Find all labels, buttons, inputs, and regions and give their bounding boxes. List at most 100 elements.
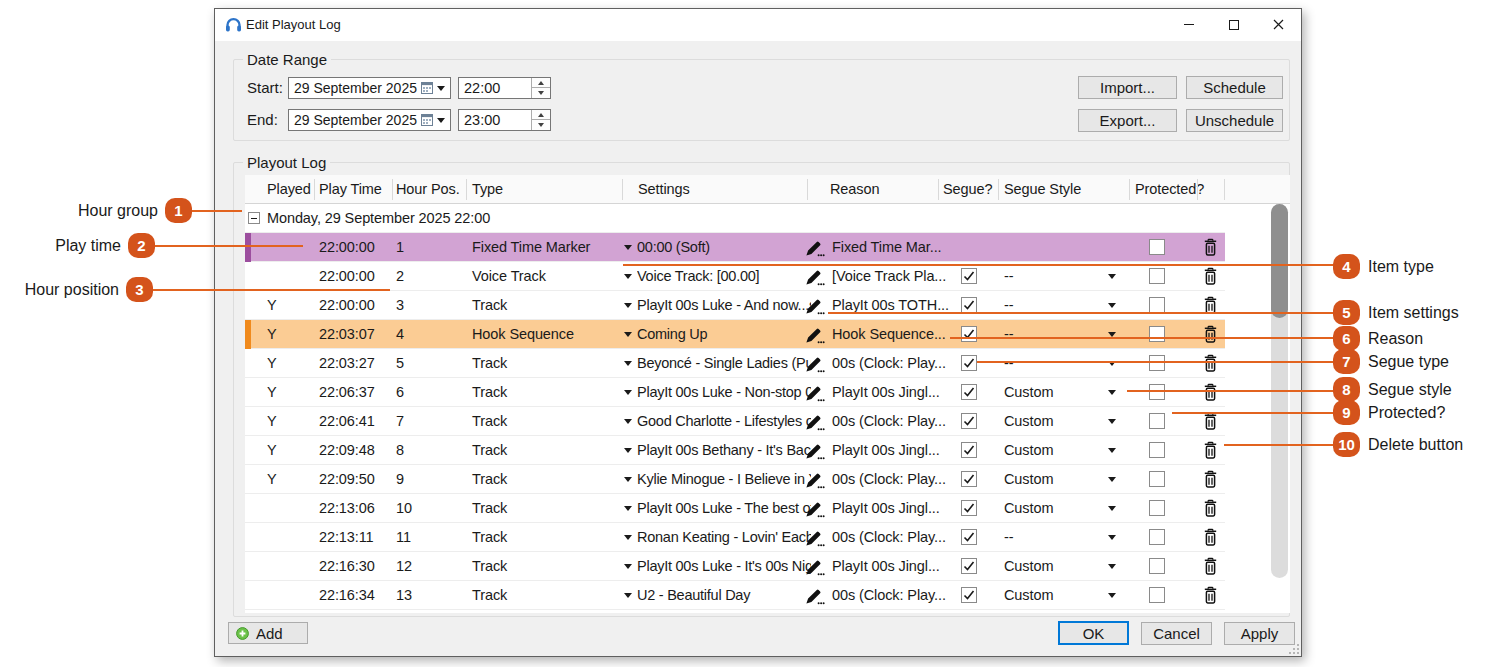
cancel-button[interactable]: Cancel	[1141, 622, 1212, 645]
resize-grip[interactable]	[1289, 644, 1299, 654]
type-cell[interactable]: Track	[472, 552, 507, 581]
settings-cell[interactable]: PlayIt 00s Luke - Non-stop 0	[637, 378, 811, 407]
settings-cell[interactable]: 00:00 (Soft)	[637, 233, 811, 262]
protected-checkbox[interactable]	[1149, 413, 1165, 429]
export-button[interactable]: Export...	[1078, 109, 1177, 132]
spin-down-button[interactable]	[532, 88, 550, 98]
segue-style-dropdown-icon[interactable]	[1108, 593, 1116, 598]
type-dropdown-icon[interactable]	[624, 535, 632, 540]
type-dropdown-icon[interactable]	[624, 477, 632, 482]
type-dropdown-icon[interactable]	[624, 506, 632, 511]
type-dropdown-icon[interactable]	[624, 361, 632, 366]
type-cell[interactable]: Track	[472, 581, 507, 610]
settings-cell[interactable]: Kylie Minogue - I Believe in Y.	[637, 465, 811, 494]
col-header-settings[interactable]: Settings	[638, 175, 690, 204]
settings-cell[interactable]: PlayIt 00s Bethany - It's Back	[637, 436, 811, 465]
start-time-spinner[interactable]: 22:00	[458, 77, 551, 99]
delete-button[interactable]	[1202, 238, 1219, 256]
segue-checkbox[interactable]	[961, 500, 977, 516]
type-dropdown-icon[interactable]	[624, 448, 632, 453]
table-row[interactable]: Y 22:06:37 6 Track PlayIt 00s Luke - Non…	[245, 378, 1225, 407]
segue-style-dropdown-icon[interactable]	[1108, 419, 1116, 424]
segue-style-value[interactable]: Custom	[1004, 552, 1053, 581]
delete-button[interactable]	[1202, 354, 1219, 372]
start-date-picker[interactable]: 29 September 2025	[288, 77, 451, 99]
segue-style-value[interactable]: Custom	[1004, 436, 1053, 465]
segue-style-dropdown-icon[interactable]	[1108, 564, 1116, 569]
protected-checkbox[interactable]	[1149, 239, 1165, 255]
col-header-segue-style[interactable]: Segue Style	[1004, 175, 1081, 204]
reason-cell[interactable]: PlayIt 00s Jingl...	[832, 552, 940, 581]
type-cell[interactable]: Track	[472, 407, 507, 436]
segue-style-dropdown-icon[interactable]	[1108, 477, 1116, 482]
table-row[interactable]: 22:16:30 12 Track PlayIt 00s Luke - It's…	[245, 552, 1225, 581]
reason-cell[interactable]: 00s (Clock: Play...	[832, 523, 946, 552]
type-dropdown-icon[interactable]	[624, 564, 632, 569]
schedule-button[interactable]: Schedule	[1186, 76, 1283, 99]
col-header-hour-pos[interactable]: Hour Pos.	[396, 175, 460, 204]
segue-checkbox[interactable]	[961, 442, 977, 458]
close-button[interactable]	[1256, 9, 1301, 40]
protected-checkbox[interactable]	[1149, 442, 1165, 458]
delete-button[interactable]	[1202, 499, 1219, 517]
segue-checkbox[interactable]	[961, 384, 977, 400]
type-cell[interactable]: Track	[472, 349, 507, 378]
segue-checkbox[interactable]	[961, 355, 977, 371]
reason-cell[interactable]: PlayIt 00s Jingl...	[832, 494, 940, 523]
protected-checkbox[interactable]	[1149, 297, 1165, 313]
segue-checkbox[interactable]	[961, 413, 977, 429]
col-header-play-time[interactable]: Play Time	[319, 175, 382, 204]
import-button[interactable]: Import...	[1078, 76, 1177, 99]
edit-icon[interactable]	[805, 500, 825, 518]
type-dropdown-icon[interactable]	[624, 419, 632, 424]
edit-icon[interactable]	[805, 239, 825, 257]
col-header-protected[interactable]: Protected?	[1135, 175, 1204, 204]
protected-checkbox[interactable]	[1149, 558, 1165, 574]
protected-checkbox[interactable]	[1149, 355, 1165, 371]
segue-style-dropdown-icon[interactable]	[1108, 390, 1116, 395]
col-header-segue[interactable]: Segue?	[943, 175, 992, 204]
segue-style-dropdown-icon[interactable]	[1108, 448, 1116, 453]
segue-style-dropdown-icon[interactable]	[1108, 535, 1116, 540]
reason-cell[interactable]: Hook Sequence...	[832, 320, 946, 349]
type-dropdown-icon[interactable]	[624, 274, 632, 279]
apply-button[interactable]: Apply	[1224, 622, 1295, 645]
end-time-spinner[interactable]: 23:00	[458, 109, 551, 131]
segue-style-dropdown-icon[interactable]	[1108, 274, 1116, 279]
segue-checkbox[interactable]	[961, 268, 977, 284]
settings-cell[interactable]: Good Charlotte - Lifestyles of	[637, 407, 811, 436]
segue-checkbox[interactable]	[961, 558, 977, 574]
edit-icon[interactable]	[805, 442, 825, 460]
table-row[interactable]: 22:00:00 1 Fixed Time Marker 00:00 (Soft…	[245, 233, 1225, 262]
protected-checkbox[interactable]	[1149, 471, 1165, 487]
spin-down-button[interactable]	[532, 120, 550, 130]
reason-cell[interactable]: PlayIt 00s Jingl...	[832, 436, 940, 465]
segue-style-value[interactable]: Custom	[1004, 581, 1053, 610]
type-dropdown-icon[interactable]	[624, 303, 632, 308]
delete-button[interactable]	[1202, 325, 1219, 343]
settings-cell[interactable]: PlayIt 00s Luke - It's 00s Nig.	[637, 552, 811, 581]
table-row[interactable]: Y 22:03:07 4 Hook Sequence Coming Up Hoo…	[245, 320, 1225, 349]
type-dropdown-icon[interactable]	[624, 593, 632, 598]
type-cell[interactable]: Track	[472, 523, 507, 552]
protected-checkbox[interactable]	[1149, 529, 1165, 545]
delete-button[interactable]	[1202, 528, 1219, 546]
edit-icon[interactable]	[805, 355, 825, 373]
segue-style-value[interactable]: --	[1004, 523, 1013, 552]
table-row[interactable]: Y 22:00:00 3 Track PlayIt 00s Luke - And…	[245, 291, 1225, 320]
segue-style-value[interactable]: Custom	[1004, 465, 1053, 494]
delete-button[interactable]	[1202, 557, 1219, 575]
segue-style-value[interactable]: --	[1004, 262, 1013, 291]
reason-cell[interactable]: Fixed Time Mar...	[832, 233, 942, 262]
type-dropdown-icon[interactable]	[624, 245, 632, 250]
delete-button[interactable]	[1202, 383, 1219, 401]
type-dropdown-icon[interactable]	[624, 390, 632, 395]
reason-cell[interactable]: PlayIt 00s Jingl...	[832, 378, 940, 407]
segue-checkbox[interactable]	[961, 297, 977, 313]
segue-style-value[interactable]: --	[1004, 349, 1013, 378]
segue-style-value[interactable]: Custom	[1004, 378, 1053, 407]
segue-style-value[interactable]: Custom	[1004, 407, 1053, 436]
segue-style-dropdown-icon[interactable]	[1108, 303, 1116, 308]
edit-icon[interactable]	[805, 384, 825, 402]
protected-checkbox[interactable]	[1149, 326, 1165, 342]
